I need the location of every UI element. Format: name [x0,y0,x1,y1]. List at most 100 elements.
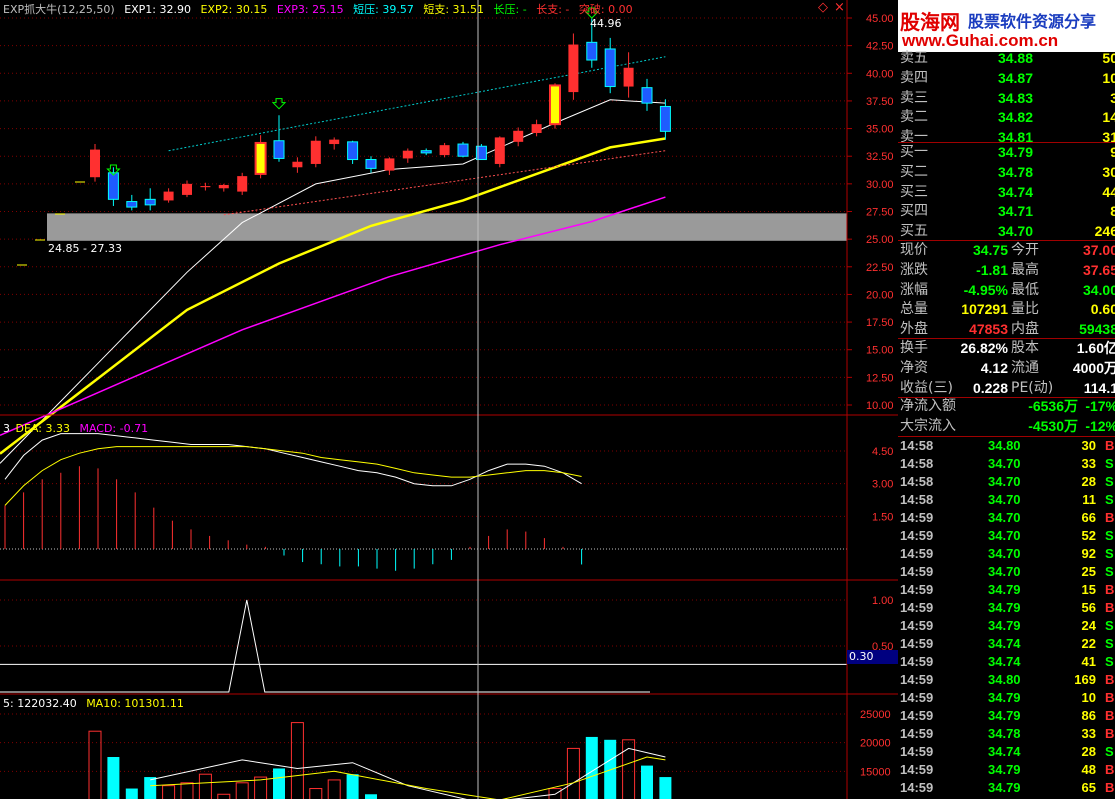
tick-time: 14:58 [900,474,934,489]
short-press-value: 短压: 39.57 [353,3,414,16]
diamond-icon[interactable]: ◇ [818,0,828,15]
tick-row[interactable]: 14:59 34.79 10 B [898,689,1115,707]
bid-volume: 44 [1102,183,1115,200]
flow-percent: -17% [1085,398,1115,414]
ask-price: 34.87 [997,69,1033,86]
close-icon[interactable]: × [834,0,845,15]
exp3-value: EXP3: 25.15 [276,3,344,16]
tick-price: 34.70 [988,456,1021,471]
candle-body-up [182,183,192,195]
candle-body-up [200,186,211,188]
dea-value: DEA: 3.33 [15,422,70,435]
candle-body-up [237,176,248,192]
tick-row[interactable]: 14:59 34.80 169 B [898,671,1115,689]
tick-price: 34.79 [988,780,1021,795]
price-tick-label: 25.00 [866,234,894,246]
tick-row[interactable]: 14:59 34.79 24 S [898,617,1115,635]
bid-price: 34.74 [997,183,1033,200]
fund-value: 26.82% [960,340,1008,356]
price-tick-label: 20.00 [866,289,894,301]
candle-body-up [329,139,340,145]
tick-row[interactable]: 14:59 34.70 52 S [898,527,1115,545]
quote-panel: 股海网 股票软件资源分享 www.Guhai.com.cn 卖五 34.88 50 卖… [898,0,1115,799]
vol-tick-label: 25000 [860,709,891,721]
tick-price: 34.80 [988,672,1021,687]
quote-value: 107291 [961,301,1008,318]
ask-label: 卖五 [900,50,928,66]
tick-time: 14:59 [900,726,934,741]
tick-side: B [1105,672,1115,687]
tick-volume: 22 [1081,636,1096,651]
bid-price: 34.78 [997,163,1033,180]
bid-label: 买五 [900,223,928,240]
tick-row[interactable]: 14:59 34.70 25 S [898,563,1115,581]
tick-side: B [1105,510,1115,525]
candle-body-down [659,105,671,132]
candle-body-down [457,143,469,157]
tick-row[interactable]: 14:59 34.78 33 B [898,725,1115,743]
tick-side: S [1105,456,1114,471]
tick-side: B [1105,600,1115,615]
quote-value: 59438 [1079,321,1115,338]
tick-row[interactable]: 14:58 34.70 28 S [898,473,1115,491]
tick-price: 34.70 [988,474,1021,489]
tick-row[interactable]: 14:58 34.80 30 B [898,437,1115,455]
macd-tick-label: 1.50 [872,511,893,523]
tick-row[interactable]: 14:59 34.70 66 B [898,509,1115,527]
candle-body-up [310,140,321,164]
bid-volume: 246 [1094,223,1115,240]
price-tick-label: 45.00 [866,13,894,25]
tick-row[interactable]: 14:59 34.79 56 B [898,599,1115,617]
tick-row[interactable]: 14:59 34.74 28 S [898,743,1115,761]
tick-row[interactable]: 14:58 34.70 11 S [898,491,1115,509]
quote-label: 最低 [1011,281,1039,298]
volume-bar-down [585,736,598,799]
flow-label: 净流入额 [900,398,956,414]
tick-row[interactable]: 14:58 34.70 33 S [898,455,1115,473]
tick-time: 14:59 [900,690,934,705]
quote-value: 37.00 [1082,242,1115,258]
indicator-name[interactable]: EXP抓大牛(12,25,50) [3,3,115,16]
tick-side: B [1105,780,1115,795]
tick-row[interactable]: 14:59 34.79 15 B [898,581,1115,599]
tick-volume: 52 [1081,528,1096,543]
vol-ma5-value: 5: 122032.40 [3,697,77,710]
quote-label: 涨幅 [900,281,928,298]
tick-row[interactable]: 14:59 34.74 22 S [898,635,1115,653]
ask-volume: 10 [1102,69,1115,86]
long-support-value: 长支: - [536,3,570,16]
exp2-value: EXP2: 30.15 [200,3,268,16]
quote-value: -4.95% [963,281,1008,298]
tick-row[interactable]: 14:59 34.79 65 B [898,779,1115,797]
price-tick-label: 17.50 [866,317,894,329]
candle-body-up [439,145,450,156]
chart-area[interactable]: 45.00 42.50 40.00 37.50 35.00 32.50 30.00 27.50… [0,0,898,799]
candle-body-up [90,149,100,178]
bid-label: 买一 [900,144,928,160]
short-support-value: 短支: 31.51 [423,3,485,16]
tick-row[interactable]: 14:59 34.79 48 B [898,761,1115,779]
quote-label: 现价 [900,242,928,258]
bid-volume: 8 [1110,203,1115,220]
tick-time: 14:59 [900,780,934,795]
price-tick-label: 22.50 [866,262,894,274]
tick-row[interactable]: 14:59 34.74 41 S [898,653,1115,671]
tick-row[interactable]: 14:59 34.70 92 S [898,545,1115,563]
candle-body-down [420,150,432,154]
candle-body-down [641,87,653,104]
ask-volume: 3 [1110,89,1115,106]
tick-time: 14:59 [900,510,934,525]
price-tick-label: 35.00 [866,124,894,136]
quote-value: 0.60 [1090,301,1115,318]
price-tick-label: 15.00 [866,345,894,357]
tick-price: 34.74 [988,744,1021,759]
volume-header: 5: 122032.40 MA10: 101301.11 [3,697,190,710]
fund-value: 1.60亿 [1076,340,1115,356]
tick-row[interactable]: 14:59 34.79 86 B [898,707,1115,725]
fund-value: 4000万 [1072,359,1115,376]
tick-price: 34.80 [988,438,1021,453]
price-tick-label: 10.00 [866,400,894,412]
fund-label: 换手 [900,340,928,356]
tick-price: 34.74 [988,636,1021,651]
tick-volume: 11 [1082,492,1096,507]
